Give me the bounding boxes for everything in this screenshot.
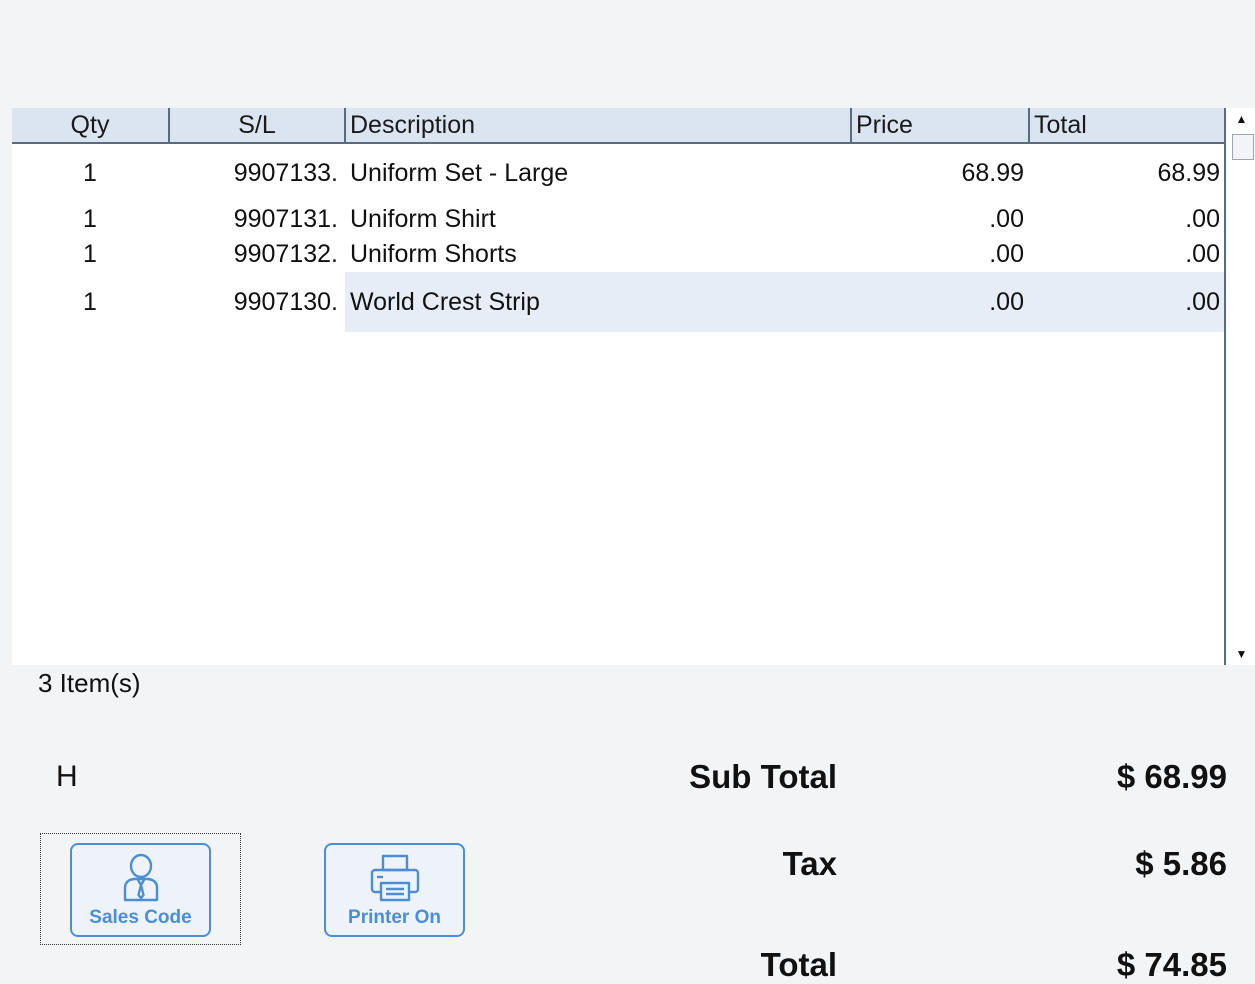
status-letter: H	[56, 760, 78, 793]
order-lines-grid[interactable]: Qty S/L Description Price Total 1 990713…	[12, 108, 1255, 665]
table-row[interactable]: 1 9907132. Uniform Shorts .00 .00	[12, 236, 1225, 272]
cell-total: .00	[1185, 288, 1220, 316]
scroll-down-arrow-icon[interactable]: ▼	[1226, 643, 1255, 665]
cell-qty: 1	[83, 240, 97, 268]
table-row-selected[interactable]: 1 9907130. World Crest Strip .00 .00	[12, 272, 1225, 332]
printer-icon	[369, 853, 421, 908]
cell-price: .00	[989, 205, 1024, 233]
grid-header: Qty S/L Description Price Total	[12, 108, 1225, 144]
subtotal-label: Sub Total	[689, 758, 837, 795]
total-value: $ 74.85	[1116, 946, 1227, 983]
sales-code-button[interactable]: Sales Code	[70, 843, 211, 937]
column-header-sl[interactable]: S/L	[168, 108, 344, 142]
item-count: 3 Item(s)	[38, 668, 141, 698]
cell-description: Uniform Set - Large	[350, 159, 569, 187]
cell-description: Uniform Shorts	[350, 240, 517, 268]
tax-label: Tax	[782, 845, 837, 882]
salesperson-icon	[121, 853, 161, 908]
cell-description: World Crest Strip	[350, 288, 540, 316]
cell-sl: 9907130.	[233, 288, 338, 316]
sales-code-label: Sales Code	[89, 907, 192, 928]
cell-price: .00	[989, 288, 1024, 316]
cell-description: Uniform Shirt	[350, 205, 496, 233]
tax-value: $ 5.86	[1135, 845, 1227, 882]
cell-sl: 9907132.	[233, 240, 338, 268]
table-row[interactable]: 1 9907131. Uniform Shirt .00 .00	[12, 201, 1225, 237]
cell-price: 68.99	[961, 159, 1024, 187]
total-label: Total	[760, 946, 837, 983]
vertical-scrollbar[interactable]: ▲ ▼	[1224, 108, 1255, 665]
cell-total: .00	[1185, 205, 1220, 233]
cell-total: 68.99	[1157, 159, 1220, 187]
cell-price: .00	[989, 240, 1024, 268]
scroll-up-arrow-icon[interactable]: ▲	[1226, 108, 1255, 130]
printer-on-label: Printer On	[348, 907, 441, 928]
cell-qty: 1	[83, 205, 97, 233]
subtotal-value: $ 68.99	[1116, 758, 1227, 795]
cell-qty: 1	[83, 159, 97, 187]
column-header-description[interactable]: Description	[344, 108, 850, 142]
table-row[interactable]: 1 9907133. Uniform Set - Large 68.99 68.…	[12, 155, 1225, 191]
cell-sl: 9907131.	[233, 205, 338, 233]
column-header-qty[interactable]: Qty	[12, 108, 168, 142]
column-header-total[interactable]: Total	[1028, 108, 1225, 142]
column-header-price[interactable]: Price	[850, 108, 1028, 142]
cell-sl: 9907133.	[233, 159, 338, 187]
cell-total: .00	[1185, 240, 1220, 268]
scrollbar-thumb[interactable]	[1232, 134, 1254, 160]
cell-qty: 1	[83, 288, 97, 316]
printer-on-button[interactable]: Printer On	[324, 843, 465, 937]
